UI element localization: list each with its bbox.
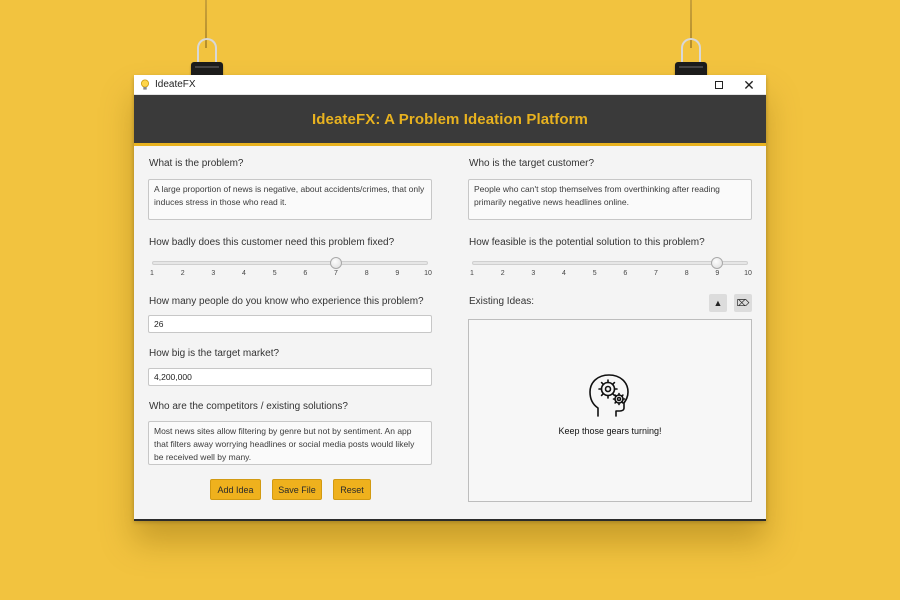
- feasible-label: How feasible is the potential solution t…: [469, 237, 705, 248]
- save-file-button[interactable]: Save File: [272, 479, 322, 500]
- slider-tick-label: 1: [470, 270, 474, 277]
- slider-tick-label: 6: [303, 270, 308, 277]
- slider-tick-label: 9: [715, 270, 720, 277]
- people-count-field[interactable]: 26: [148, 315, 432, 333]
- slider-tick-label: 8: [684, 270, 689, 277]
- feasibility-slider-thumb[interactable]: [711, 257, 724, 269]
- ideas-label: Existing Ideas:: [469, 296, 535, 307]
- slider-tick-label: 6: [623, 270, 628, 277]
- need-slider-track: [152, 261, 428, 265]
- need-label: How badly does this customer need this p…: [149, 237, 395, 248]
- slider-tick-label: 3: [531, 270, 536, 277]
- form-content: What is the problem? A large proportion …: [134, 149, 766, 520]
- slider-tick-label: 9: [395, 270, 400, 277]
- empty-state: Keep those gears turning!: [469, 370, 751, 436]
- close-icon: ✕: [743, 76, 755, 93]
- maximize-icon: [715, 81, 723, 89]
- head-gears-icon: [589, 374, 629, 417]
- problem-textarea[interactable]: A large proportion of news is negative, …: [148, 179, 432, 220]
- slider-tick-label: 4: [562, 270, 566, 277]
- slider-tick-label: 7: [654, 270, 658, 277]
- market-size-field[interactable]: 4,200,000: [148, 368, 432, 386]
- app-header: IdeateFX: A Problem Ideation Platform: [134, 95, 766, 146]
- people-label: How many people do you know who experien…: [149, 296, 424, 307]
- slider-tick-label: 4: [242, 270, 246, 277]
- slider-tick-label: 5: [592, 270, 597, 277]
- slider-tick-label: 2: [180, 270, 185, 277]
- customer-textarea[interactable]: People who can't stop themselves from ov…: [468, 179, 752, 220]
- window-bottom-edge: [134, 519, 766, 521]
- slider-tick-label: 10: [424, 270, 432, 277]
- add-idea-button[interactable]: Add Idea: [210, 479, 261, 500]
- tag-erase-icon: ⌦: [736, 297, 750, 308]
- slider-tick-label: 7: [334, 270, 338, 277]
- empty-message: Keep those gears turning!: [558, 426, 662, 436]
- clear-tag-button[interactable]: ⌦: [734, 294, 752, 312]
- need-slider-thumb[interactable]: [330, 257, 342, 269]
- problem-label: What is the problem?: [149, 158, 244, 169]
- window-title: IdeateFX: [155, 79, 196, 90]
- existing-ideas-list[interactable]: Keep those gears turning!: [468, 319, 752, 502]
- title-bar: IdeateFX ✕: [134, 75, 766, 95]
- move-up-button[interactable]: ▲: [709, 294, 727, 312]
- app-window: IdeateFX ✕ IdeateFX: A Problem Ideation …: [134, 75, 766, 520]
- close-button[interactable]: ✕: [734, 75, 764, 95]
- slider-tick-label: 3: [211, 270, 216, 277]
- slider-tick-label: 10: [744, 270, 752, 277]
- slider-tick-label: 8: [364, 270, 369, 277]
- customer-label: Who is the target customer?: [469, 158, 595, 169]
- page-title: IdeateFX: A Problem Ideation Platform: [312, 110, 588, 128]
- slider-tick-label: 2: [500, 270, 505, 277]
- competitors-textarea[interactable]: Most news sites allow filtering by genre…: [148, 421, 432, 465]
- market-label: How big is the target market?: [149, 348, 280, 359]
- need-slider[interactable]: 1 2 3 4 5 6 7 8 9 10: [150, 255, 432, 281]
- slider-tick-label: 1: [150, 270, 154, 277]
- feasibility-slider-track: [472, 261, 748, 265]
- competitors-label: Who are the competitors / existing solut…: [149, 401, 348, 412]
- slider-tick-label: 5: [272, 270, 277, 277]
- maximize-button[interactable]: [704, 75, 734, 95]
- triangle-up-icon: ▲: [713, 298, 723, 308]
- reset-button[interactable]: Reset: [333, 479, 371, 500]
- feasibility-slider[interactable]: 1 2 3 4 5 6 7 8 9 10: [470, 255, 752, 281]
- lightbulb-icon: [137, 77, 153, 93]
